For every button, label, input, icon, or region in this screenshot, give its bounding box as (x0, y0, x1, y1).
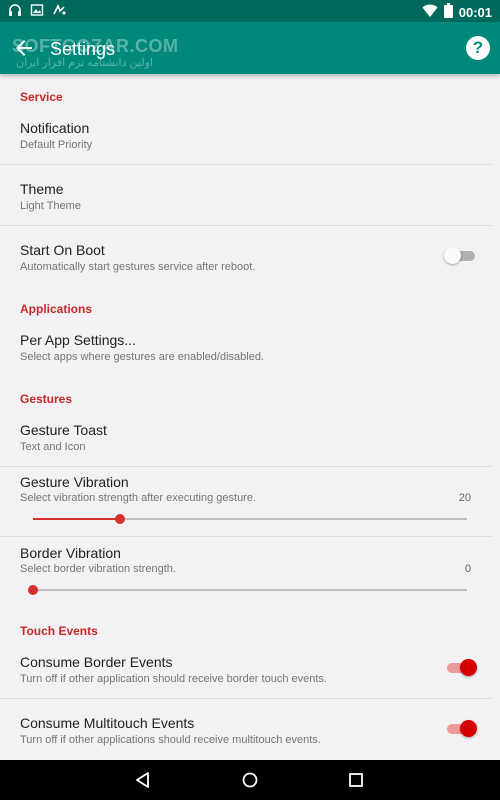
consume-border-title: Consume Border Events (20, 654, 173, 670)
gesture-toast-title: Gesture Toast (20, 422, 107, 438)
gesture-vibration-slider[interactable] (33, 511, 467, 527)
nav-home-icon[interactable] (241, 771, 259, 789)
gesture-toast-setting[interactable]: Gesture Toast Text and Icon (0, 412, 492, 466)
consume-border-subtitle: Turn off if other application should rec… (20, 673, 327, 685)
divider (0, 164, 492, 165)
slider-thumb[interactable] (28, 585, 38, 595)
nav-recents-icon[interactable] (347, 771, 365, 789)
border-vibration-subtitle: Select border vibration strength. (20, 563, 176, 575)
per-app-subtitle: Select apps where gestures are enabled/d… (20, 351, 264, 363)
consume-multitouch-switch[interactable] (445, 719, 479, 739)
navigation-bar (0, 760, 500, 800)
help-icon[interactable]: ? (466, 36, 490, 60)
border-vibration-title: Border Vibration (20, 545, 121, 561)
consume-border-switch[interactable] (445, 658, 479, 678)
border-vibration-slider[interactable] (28, 582, 467, 598)
divider (0, 536, 492, 537)
slider-fill (33, 518, 120, 520)
consume-multitouch-events-setting[interactable]: Consume Multitouch Events Turn off if ot… (0, 705, 492, 759)
slider-track (33, 589, 467, 591)
per-app-title: Per App Settings... (20, 332, 136, 348)
arrow-back-icon[interactable] (12, 36, 36, 60)
divider (0, 698, 492, 699)
section-header-touch-events: Touch Events (20, 624, 98, 638)
headphones-icon (8, 3, 22, 22)
nav-back-icon[interactable] (134, 771, 152, 789)
notification-setting[interactable]: Notification Default Priority (0, 110, 492, 164)
settings-list[interactable]: Service Notification Default Priority Th… (0, 74, 500, 760)
divider (0, 466, 492, 467)
wifi-icon (422, 4, 438, 23)
gesture-vibration-value: 20 (458, 492, 471, 504)
image-icon (30, 3, 44, 22)
consume-border-events-setting[interactable]: Consume Border Events Turn off if other … (0, 644, 492, 698)
section-header-applications: Applications (20, 302, 93, 316)
theme-subtitle: Light Theme (20, 200, 81, 212)
section-header-service: Service (20, 90, 63, 104)
app-bar: SOFTGOZAR.COM اولین دانشنامه نرم افزار ا… (0, 22, 500, 74)
notification-title: Notification (20, 120, 90, 136)
gesture-icon (52, 3, 66, 22)
gesture-vibration-subtitle: Select vibration strength after executin… (20, 492, 257, 504)
gesture-toast-subtitle: Text and Icon (20, 441, 86, 453)
start-on-boot-setting[interactable]: Start On Boot Automatically start gestur… (0, 232, 492, 286)
gesture-vibration-title: Gesture Vibration (20, 474, 129, 490)
notification-subtitle: Default Priority (20, 139, 93, 151)
section-header-gestures: Gestures (20, 392, 73, 406)
divider (0, 225, 492, 226)
slider-thumb[interactable] (114, 514, 125, 524)
theme-setting[interactable]: Theme Light Theme (0, 171, 492, 225)
consume-multitouch-subtitle: Turn off if other applications should re… (20, 734, 321, 746)
status-bar-left (8, 3, 66, 22)
start-on-boot-switch[interactable] (444, 246, 479, 266)
status-time: 00:01 (458, 5, 492, 20)
consume-multitouch-title: Consume Multitouch Events (20, 715, 195, 731)
border-vibration-value: 0 (464, 563, 471, 575)
start-on-boot-subtitle: Automatically start gestures service aft… (20, 261, 256, 273)
per-app-settings[interactable]: Per App Settings... Select apps where ge… (0, 322, 492, 376)
battery-icon (443, 3, 453, 23)
theme-title: Theme (20, 181, 64, 197)
start-on-boot-title: Start On Boot (20, 242, 105, 258)
status-bar-right: 00:01 (422, 3, 492, 23)
status-bar: 00:01 (0, 0, 500, 22)
page-title: Settings (50, 39, 116, 59)
